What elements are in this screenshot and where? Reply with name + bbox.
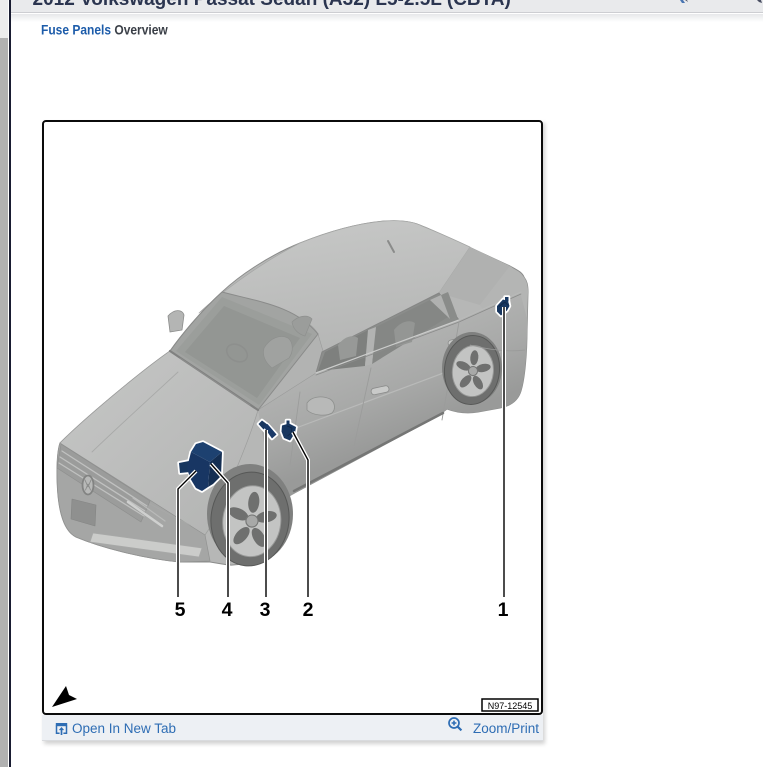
svg-text:N97-12545: N97-12545 bbox=[488, 701, 533, 711]
svg-text:4: 4 bbox=[222, 599, 233, 621]
svg-text:3: 3 bbox=[260, 599, 271, 621]
svg-text:2: 2 bbox=[303, 599, 314, 621]
svg-text:5: 5 bbox=[175, 599, 186, 621]
svg-text:1: 1 bbox=[498, 599, 509, 621]
